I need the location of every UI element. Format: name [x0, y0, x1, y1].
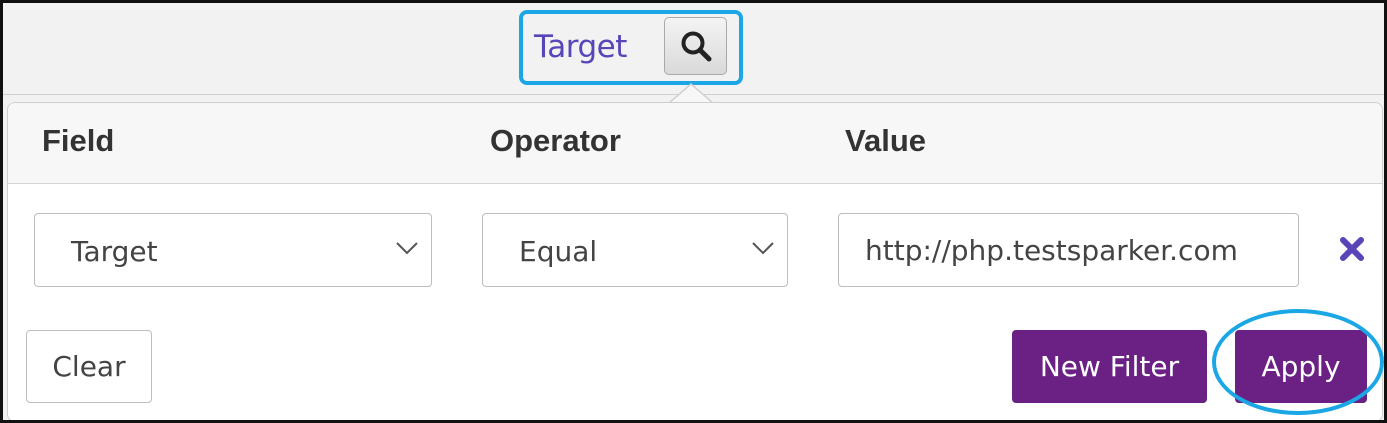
close-icon[interactable]	[1339, 236, 1365, 262]
filter-table-header: Field Operator Value	[8, 103, 1382, 184]
chevron-down-icon	[752, 242, 774, 255]
field-select[interactable]: Target	[34, 213, 432, 287]
field-column-header: Field	[42, 123, 115, 158]
value-input[interactable]	[838, 213, 1299, 287]
target-highlight-annotation	[519, 10, 743, 85]
chevron-down-icon	[396, 242, 418, 255]
value-column-header: Value	[845, 123, 926, 158]
filter-popover: Field Operator Value Target Equal Clear …	[7, 102, 1383, 420]
field-select-value: Target	[71, 235, 158, 268]
new-filter-button[interactable]: New Filter	[1012, 330, 1207, 403]
operator-column-header: Operator	[490, 123, 621, 158]
popover-arrow-fill	[669, 84, 713, 104]
operator-select[interactable]: Equal	[482, 213, 788, 287]
clear-button[interactable]: Clear	[26, 330, 152, 403]
screenshot-frame: Target Field Operator Value Target Equal	[0, 0, 1387, 423]
apply-highlight-annotation	[1212, 309, 1384, 415]
operator-select-value: Equal	[519, 235, 598, 268]
